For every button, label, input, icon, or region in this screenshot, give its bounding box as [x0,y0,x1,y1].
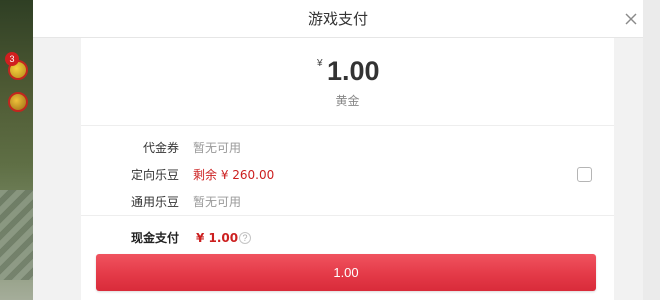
directed-beans-checkbox[interactable] [577,167,592,182]
product-name: 黄金 [335,94,360,108]
cash-payment-row: 现金支付 ¥ 1.00 ? [81,227,614,249]
divider [81,125,614,126]
payment-option-balance: 剩余 ¥ 260.00 [193,168,275,182]
game-badge-count: 3 [5,52,19,66]
right-margin [643,0,660,300]
payment-option-directed-beans[interactable]: 定向乐豆 剩余 ¥ 260.00 [81,164,614,186]
game-background: 3 [0,0,33,300]
order-amount: 1.00 [327,56,380,86]
payment-option-value: 暂无可用 [193,195,242,209]
payment-option-label: 定向乐豆 [130,168,179,182]
payment-option-voucher: 代金券 暂无可用 [81,137,614,159]
game-hud-badge-icon [8,92,28,112]
cash-payment-label: 现金支付 [130,231,179,245]
payment-option-general-beans: 通用乐豆 暂无可用 [81,191,614,213]
dialog-title: 游戏支付 [307,10,368,28]
game-scenery [0,190,33,280]
currency-symbol: ¥ [317,58,323,69]
dialog-header: 游戏支付 [33,0,643,38]
payment-option-label: 通用乐豆 [130,195,179,209]
close-icon[interactable] [623,11,639,27]
payment-option-label: 代金券 [142,141,179,155]
help-icon[interactable]: ? [239,232,251,244]
pay-button[interactable]: 1.00 [96,254,596,291]
payment-dialog: 游戏支付 ¥ 1.00 黄金 代金券 暂无可用 定向乐豆 剩余 ¥ 260.00… [33,0,643,300]
divider [81,215,614,216]
payment-option-value: 暂无可用 [193,141,242,155]
cash-payment-amount: ¥ 1.00 [196,231,239,245]
